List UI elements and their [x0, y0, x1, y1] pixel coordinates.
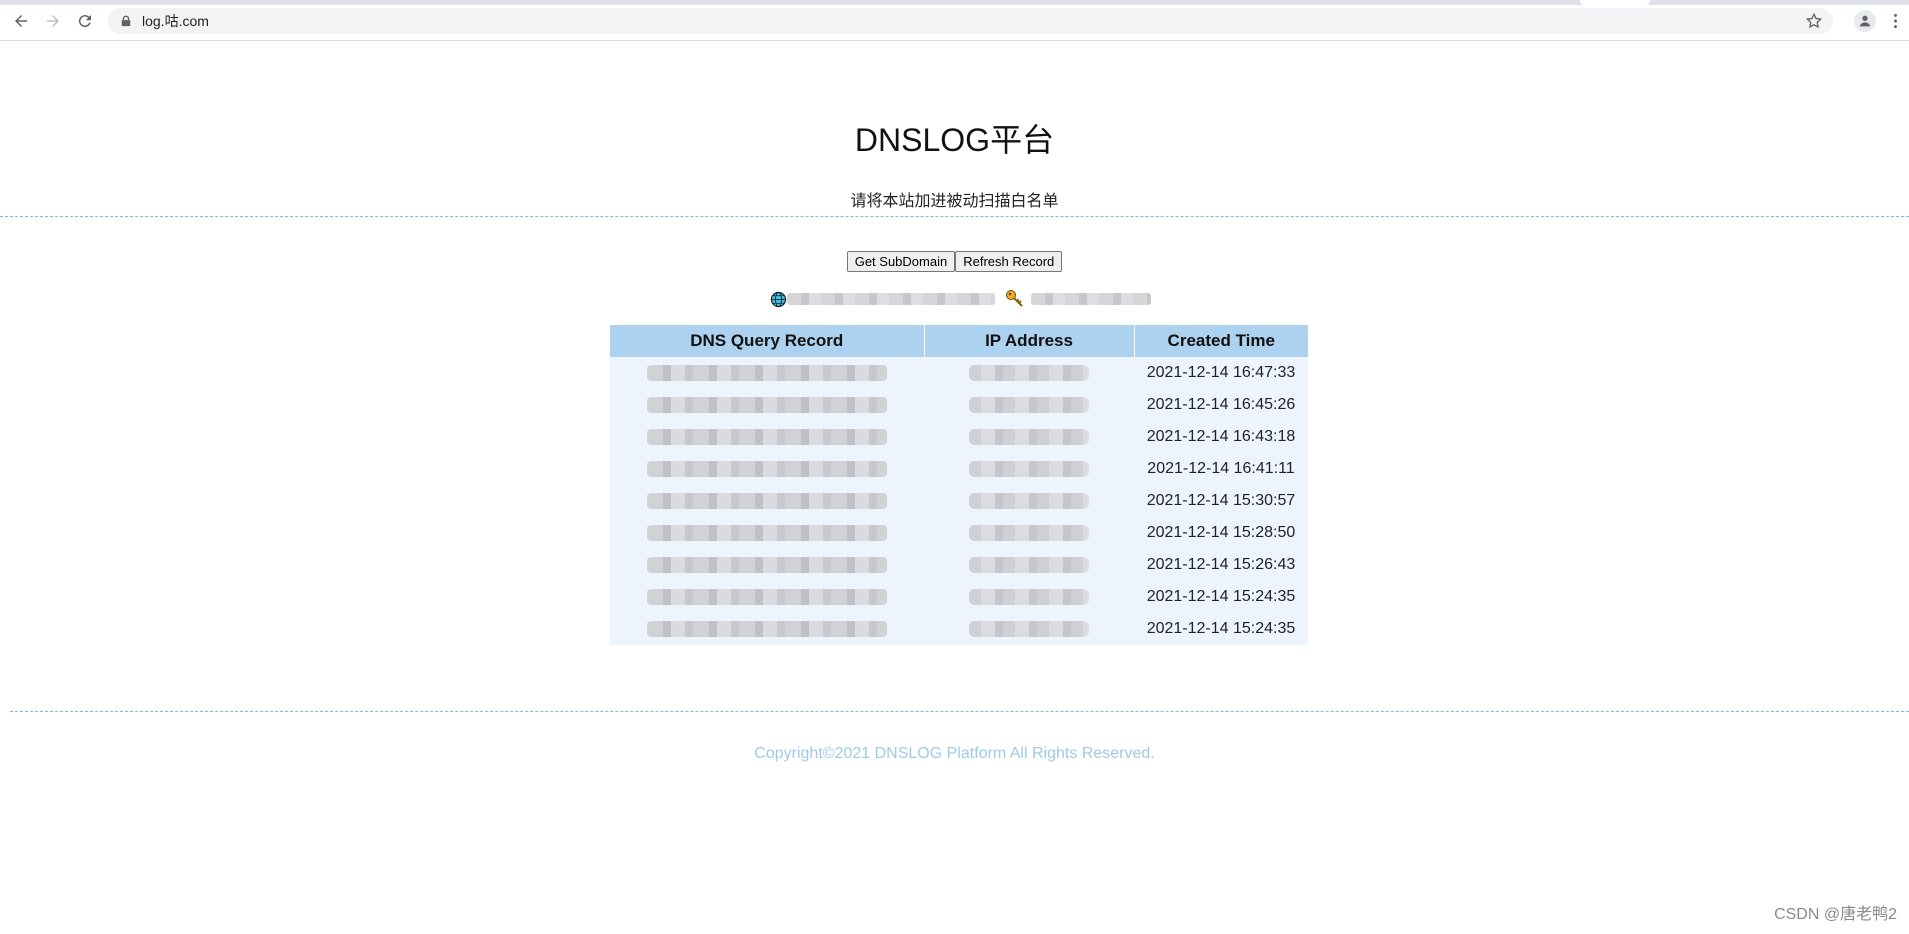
ip-address-cell [924, 421, 1134, 453]
dns-query-cell [610, 549, 924, 581]
dns-record-redacted [647, 364, 887, 381]
dns-query-cell [610, 389, 924, 421]
csdn-watermark: CSDN @唐老鸭2 [1774, 906, 1897, 923]
header-created-time: Created Time [1134, 325, 1308, 357]
ip-address-cell [924, 549, 1134, 581]
ip-redacted [969, 588, 1089, 605]
created-time-cell: 2021-12-14 16:43:18 [1146, 428, 1296, 445]
key-icon [1006, 290, 1023, 307]
table-row: 2021-12-14 16:45:26 [610, 389, 1308, 421]
header-ip-address: IP Address [924, 325, 1135, 357]
created-time-cell: 2021-12-14 16:41:11 [1147, 460, 1295, 477]
ip-address-cell [924, 389, 1134, 421]
ip-redacted [969, 556, 1089, 573]
top-divider [0, 216, 1909, 217]
bottom-divider [10, 711, 1909, 712]
browser-toolbar: log.咕.com [0, 0, 1909, 41]
forward-icon[interactable] [42, 10, 64, 32]
dns-record-redacted [647, 428, 887, 445]
created-time-cell: 2021-12-14 15:24:35 [1146, 588, 1296, 605]
dns-query-cell [610, 517, 924, 549]
ip-redacted [969, 460, 1089, 477]
ip-redacted [969, 396, 1089, 413]
dns-query-cell [610, 421, 924, 453]
dns-record-redacted [647, 460, 887, 477]
token-value-redacted [1031, 293, 1151, 305]
address-bar[interactable]: log.咕.com [108, 8, 1833, 34]
ip-redacted [969, 364, 1089, 381]
url-text: log.咕.com [142, 13, 209, 29]
ip-address-cell [924, 357, 1134, 389]
table-header-row: DNS Query Record IP Address Created Time [610, 325, 1308, 357]
refresh-record-button[interactable]: Refresh Record [955, 251, 1063, 272]
copyright-text: Copyright©2021 DNSLOG Platform All Right… [754, 745, 1155, 762]
lock-icon [120, 14, 134, 28]
table-row: 2021-12-14 15:24:35 [610, 581, 1308, 613]
menu-kebab-icon[interactable] [1888, 10, 1902, 32]
table-row: 2021-12-14 15:24:35 [610, 613, 1308, 645]
table-row: 2021-12-14 15:28:50 [610, 517, 1308, 549]
ip-address-cell [924, 453, 1134, 485]
dns-record-redacted [647, 524, 887, 541]
created-time-cell: 2021-12-14 15:24:35 [1146, 620, 1296, 637]
ip-redacted [969, 620, 1089, 637]
ip-redacted [969, 492, 1089, 509]
dns-query-cell [610, 453, 924, 485]
get-subdomain-button[interactable]: Get SubDomain [846, 251, 956, 272]
table-row: 2021-12-14 15:26:43 [610, 549, 1308, 581]
dns-query-cell [610, 613, 924, 645]
bookmark-star-icon[interactable] [1805, 12, 1823, 30]
tab-strip [0, 0, 1909, 5]
back-icon[interactable] [10, 10, 32, 32]
dns-query-cell [610, 581, 924, 613]
active-tab[interactable] [1580, 0, 1650, 5]
created-time-cell: 2021-12-14 16:45:26 [1146, 396, 1296, 413]
table-row: 2021-12-14 16:47:33 [610, 357, 1308, 389]
header-dns-query-record: DNS Query Record [610, 325, 925, 357]
created-time-cell: 2021-12-14 15:26:43 [1146, 556, 1296, 573]
created-time-cell: 2021-12-14 15:30:57 [1146, 492, 1296, 509]
dns-record-redacted [647, 396, 887, 413]
dns-record-redacted [647, 620, 887, 637]
ip-redacted [969, 524, 1089, 541]
action-buttons: Get SubDomain Refresh Record [0, 251, 1909, 272]
created-time-cell: 2021-12-14 15:28:50 [1146, 524, 1296, 541]
ip-address-cell [924, 485, 1134, 517]
dns-record-redacted [647, 588, 887, 605]
table-row: 2021-12-14 16:41:11 [610, 453, 1308, 485]
page-title: DNSLOG平台 [854, 122, 1055, 158]
reload-icon[interactable] [74, 10, 96, 32]
table-row: 2021-12-14 16:43:18 [610, 421, 1308, 453]
created-time-cell: 2021-12-14 16:47:33 [1146, 364, 1296, 381]
subdomain-value-redacted [787, 293, 995, 305]
ip-address-cell [924, 517, 1134, 549]
dns-query-cell [610, 485, 924, 517]
profile-avatar-icon[interactable] [1854, 10, 1876, 32]
table-row: 2021-12-14 15:30:57 [610, 485, 1308, 517]
ip-address-cell [924, 581, 1134, 613]
dns-records-table: DNS Query Record IP Address Created Time… [610, 325, 1308, 645]
dns-record-redacted [647, 556, 887, 573]
subdomain-info-row [770, 290, 1151, 308]
page-subtitle: 请将本站加进被动扫描白名单 [850, 193, 1059, 210]
dns-record-redacted [647, 492, 887, 509]
ip-redacted [969, 428, 1089, 445]
globe-icon [770, 291, 787, 307]
dns-query-cell [610, 357, 924, 389]
ip-address-cell [924, 613, 1134, 645]
